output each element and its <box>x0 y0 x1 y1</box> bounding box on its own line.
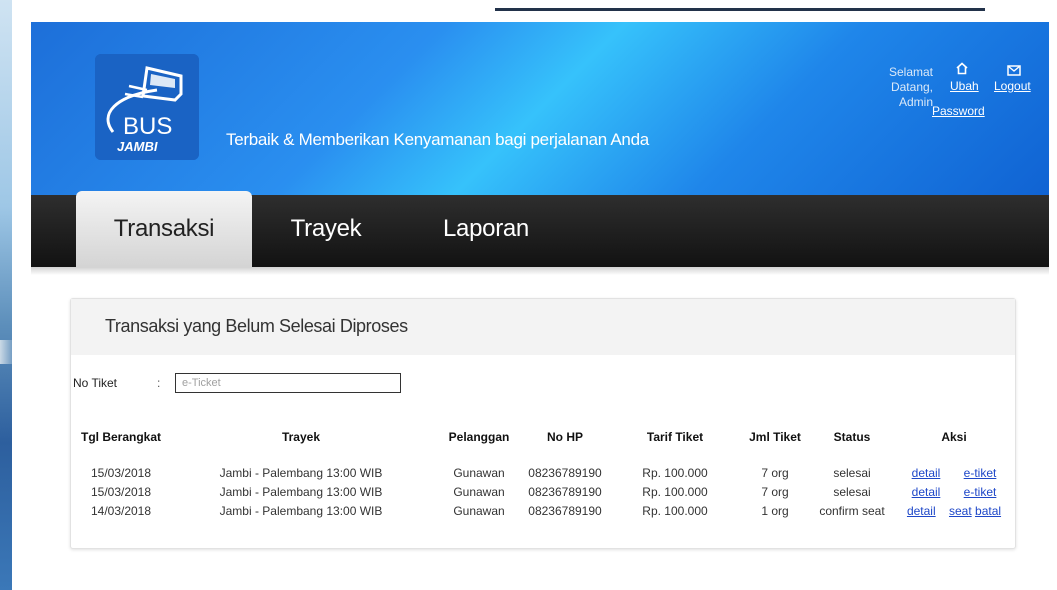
site-header: BUS JAMBI Terbaik & Memberikan Kenyamana… <box>31 22 1049 195</box>
cell-hp: 08236789190 <box>528 465 602 480</box>
welcome-text: Selamat Datang, Admin <box>888 65 933 109</box>
detail-link[interactable]: detail <box>907 504 936 518</box>
cell-pelanggan: Gunawan <box>453 503 505 518</box>
main-navbar: Transaksi Trayek Laporan <box>31 191 1049 267</box>
top-window-edge <box>495 8 985 11</box>
cell-jml: 7 org <box>761 465 789 480</box>
bus-logo-icon: BUS JAMBI <box>95 54 199 160</box>
ticket-number-colon: : <box>157 376 161 390</box>
table-header-row: Tgl Berangkat Trayek Pelanggan No HP Tar… <box>75 430 1011 463</box>
table-row: 14/03/2018 Jambi - Palembang 13:00 WIB G… <box>75 501 1011 520</box>
cell-status: selesai <box>833 484 871 499</box>
col-header-no-hp: No HP <box>547 430 583 444</box>
batal-link[interactable]: batal <box>975 504 1001 518</box>
cell-aksi: detail e-tiket <box>897 482 1011 501</box>
bus-jambi-logo[interactable]: BUS JAMBI <box>95 54 199 160</box>
logo-text-jambi: JAMBI <box>117 139 158 154</box>
seat-link[interactable]: seat <box>949 504 972 518</box>
ticket-search-input[interactable] <box>175 373 401 393</box>
detail-link[interactable]: detail <box>912 485 941 499</box>
home-icon[interactable] <box>955 62 969 78</box>
background-strip <box>0 0 12 590</box>
detail-link[interactable]: detail <box>912 466 941 480</box>
cell-aksi: detail seat batal <box>897 501 1011 520</box>
cell-status: selesai <box>833 465 871 480</box>
col-header-pelanggan: Pelanggan <box>448 430 510 444</box>
logo-text-bus: BUS <box>123 113 172 140</box>
background-flare <box>0 340 12 364</box>
mail-icon[interactable] <box>1007 63 1021 79</box>
cell-jml: 7 org <box>761 484 789 499</box>
panel-title: Transaksi yang Belum Selesai Diproses <box>105 316 408 336</box>
cell-pelanggan: Gunawan <box>453 484 505 499</box>
cell-hp: 08236789190 <box>528 503 602 518</box>
cell-hp: 08236789190 <box>528 484 602 499</box>
col-header-aksi: Aksi <box>941 430 967 444</box>
ticket-number-label: No Tiket <box>73 376 118 390</box>
cell-tgl: 15/03/2018 <box>90 484 152 499</box>
cell-trayek: Jambi - Palembang 13:00 WIB <box>219 484 383 499</box>
col-header-trayek: Trayek <box>281 430 321 444</box>
e-tiket-link[interactable]: e-tiket <box>964 466 997 480</box>
change-password-link-ubah[interactable]: Ubah <box>950 79 979 93</box>
cell-tarif: Rp. 100.000 <box>642 465 708 480</box>
col-header-status: Status <box>833 430 871 444</box>
cell-trayek: Jambi - Palembang 13:00 WIB <box>219 465 383 480</box>
cell-pelanggan: Gunawan <box>453 465 505 480</box>
site-tagline: Terbaik & Memberikan Kenyamanan bagi per… <box>226 130 649 149</box>
change-password-link[interactable]: Password <box>932 104 985 118</box>
cell-tarif: Rp. 100.000 <box>642 484 708 499</box>
table-row: 15/03/2018 Jambi - Palembang 13:00 WIB G… <box>75 482 1011 501</box>
cell-jml: 1 org <box>761 503 789 518</box>
logout-link[interactable]: Logout <box>994 79 1031 93</box>
transactions-table: Tgl Berangkat Trayek Pelanggan No HP Tar… <box>75 430 1011 520</box>
cell-tarif: Rp. 100.000 <box>642 503 708 518</box>
cell-tgl: 15/03/2018 <box>90 465 152 480</box>
col-header-jml-tiket: Jml Tiket <box>749 430 801 444</box>
tab-transaksi[interactable]: Transaksi <box>76 191 252 267</box>
pending-transactions-panel: Transaksi yang Belum Selesai Diproses No… <box>70 298 1016 549</box>
cell-tgl: 14/03/2018 <box>90 503 152 518</box>
table-row: 15/03/2018 Jambi - Palembang 13:00 WIB G… <box>75 463 1011 482</box>
cell-trayek: Jambi - Palembang 13:00 WIB <box>219 503 383 518</box>
e-tiket-link[interactable]: e-tiket <box>964 485 997 499</box>
navbar-shadow <box>31 267 1049 275</box>
cell-status: confirm seat <box>819 503 885 518</box>
col-header-tarif-tiket: Tarif Tiket <box>646 430 704 444</box>
cell-aksi: detail e-tiket <box>897 463 1011 482</box>
panel-header: Transaksi yang Belum Selesai Diproses <box>71 299 1015 355</box>
tab-laporan[interactable]: Laporan <box>426 191 546 267</box>
col-header-tgl-berangkat: Tgl Berangkat <box>80 430 161 444</box>
tab-trayek[interactable]: Trayek <box>271 191 381 267</box>
